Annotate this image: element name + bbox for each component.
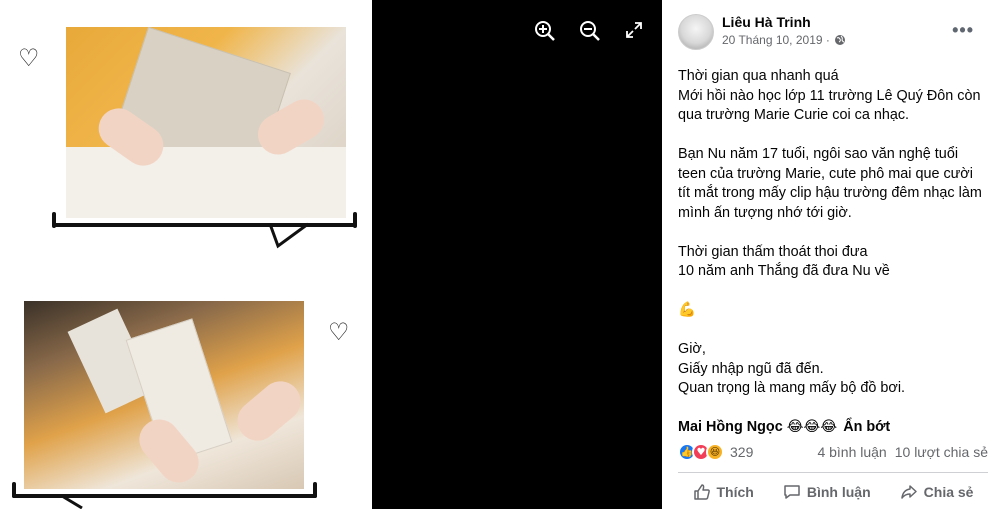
post-body: Thời gian qua nhanh quá Mới hồi nào học …	[678, 67, 984, 438]
hand	[229, 373, 304, 449]
post-panel: Liêu Hà Trinh 20 Tháng 10, 2019 · ••• Th…	[662, 0, 1000, 509]
speech-notch	[268, 222, 309, 249]
post-line: Bạn Nu năm 17 tuổi, ngôi sao văn nghệ tu…	[678, 146, 982, 221]
post-line: Mới hồi nào học lớp 11 trường Lê Quý Đôn…	[678, 87, 981, 124]
avatar[interactable]	[678, 14, 714, 50]
sleeve	[66, 147, 346, 218]
laughing-emojis: 😂😂😂	[786, 419, 838, 435]
post-stats: 👍 ♥ 😆 329 4 bình luận 10 lượt chia sẻ	[678, 443, 988, 461]
post-line: Thời gian thấm thoát thoi đưa	[678, 243, 868, 260]
mention-line: Mai Hồng Ngọc 😂😂😂 Ẩn bớt	[678, 418, 984, 438]
like-label: Thích	[716, 484, 754, 500]
heart-doodle-icon: ♡	[328, 318, 350, 346]
comment-label: Bình luận	[806, 484, 871, 500]
post-line: Giờ,	[678, 341, 706, 357]
globe-icon	[834, 35, 845, 45]
share-button[interactable]: Chia sẻ	[900, 483, 974, 501]
frame-line	[353, 212, 357, 228]
frame-line	[52, 212, 56, 228]
haha-reaction-icon: 😆	[706, 443, 724, 461]
share-count[interactable]: 10 lượt chia sẻ	[895, 444, 988, 460]
post-date-row: 20 Tháng 10, 2019 ·	[722, 33, 846, 47]
zoom-in-icon[interactable]	[534, 20, 556, 42]
share-label: Chia sẻ	[923, 484, 974, 500]
expand-icon[interactable]	[626, 22, 642, 38]
like-button[interactable]: Thích	[693, 483, 754, 501]
speech-notch	[61, 494, 83, 509]
see-less-link[interactable]: Ẩn bớt	[843, 419, 890, 435]
engagement-counts: 4 bình luận 10 lượt chia sẻ	[817, 444, 988, 460]
comment-button[interactable]: Bình luận	[783, 483, 871, 501]
author-name[interactable]: Liêu Hà Trinh	[722, 14, 846, 30]
post-line: 10 năm anh Thắng đã đưa Nu về	[678, 263, 890, 279]
mention-link[interactable]: Mai Hồng Ngọc	[678, 419, 783, 435]
comment-icon	[784, 485, 800, 499]
photo-collage[interactable]: ♡ ♡	[0, 0, 372, 509]
flexed-biceps-emoji: 💪	[678, 302, 696, 318]
image-viewer-backdrop	[372, 0, 662, 509]
more-options-icon[interactable]: •••	[952, 20, 974, 41]
post-line: Quan trọng là mang mấy bộ đồ bơi.	[678, 380, 906, 396]
thumbs-up-icon	[693, 484, 710, 500]
frame-line	[313, 482, 317, 498]
photo-invitation-box	[24, 301, 304, 489]
post-header: Liêu Hà Trinh 20 Tháng 10, 2019 · •••	[678, 14, 984, 50]
photo-invitation-hands	[66, 27, 346, 218]
zoom-out-icon[interactable]	[579, 20, 601, 42]
post-line: Giấy nhập ngũ đã đến.	[678, 360, 824, 377]
post-date[interactable]: 20 Tháng 10, 2019 ·	[722, 33, 830, 47]
reaction-count[interactable]: 329	[730, 444, 753, 460]
post-viewer: ♡ ♡ Liêu Hà Trinh 20 Tháng 10, 2019 · ••…	[0, 0, 1000, 509]
frame-line	[12, 482, 16, 498]
post-meta: Liêu Hà Trinh 20 Tháng 10, 2019 ·	[722, 14, 846, 47]
share-icon	[900, 485, 917, 499]
frame-line	[12, 494, 317, 498]
post-line: Thời gian qua nhanh quá	[678, 68, 839, 84]
post-actions: Thích Bình luận Chia sẻ	[678, 472, 988, 501]
heart-doodle-icon: ♡	[18, 44, 40, 72]
reactions-summary[interactable]: 👍 ♥ 😆 329	[678, 443, 753, 461]
comment-count[interactable]: 4 bình luận	[817, 444, 886, 460]
